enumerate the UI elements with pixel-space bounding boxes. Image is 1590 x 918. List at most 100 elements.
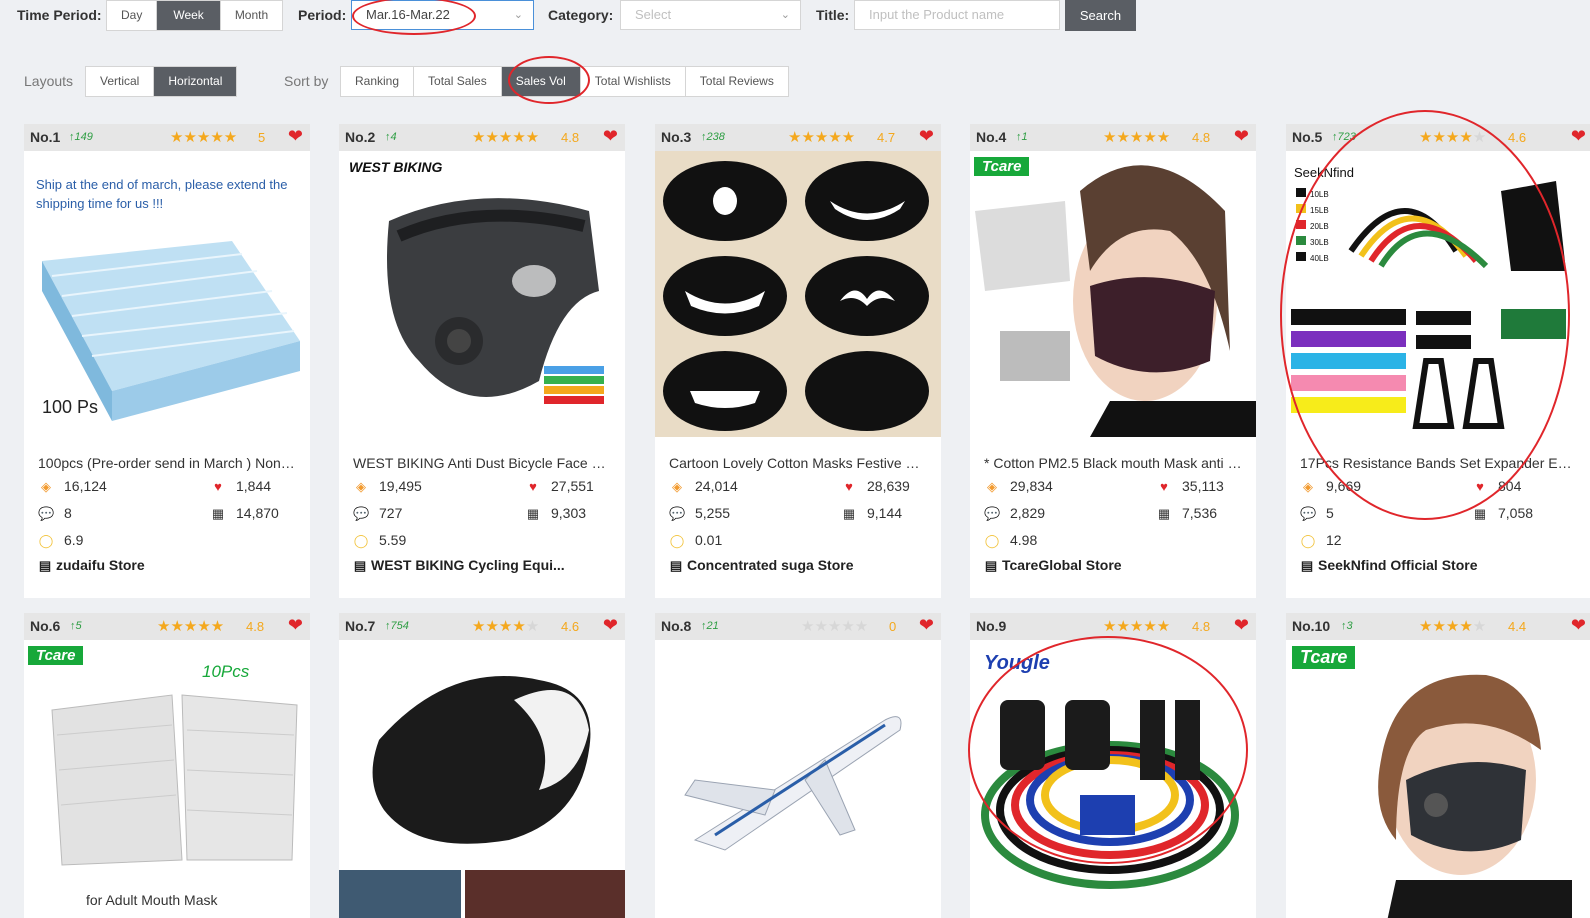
price-value: 4.98	[1010, 532, 1038, 548]
time-period-toggle: Day Week Month	[106, 0, 284, 31]
store-name: Concentrated suga Store	[687, 557, 854, 573]
wishlist-heart-icon[interactable]: ❤	[603, 126, 618, 147]
wishlist-icon: ♥	[1160, 479, 1168, 494]
image-caption: 100 Ps	[42, 397, 99, 417]
card-header: No.2 ↑4 ★★★★★ 4.8 ❤	[339, 124, 625, 151]
wishlist-heart-icon[interactable]: ❤	[919, 615, 934, 636]
price-value: 12	[1326, 532, 1342, 548]
sales-stack-icon: ▦	[1157, 506, 1171, 521]
reviews-count: 2,829	[1010, 505, 1046, 521]
product-card[interactable]: No.8 ↑21 ★★★★★ 0 ❤	[655, 613, 941, 918]
sales-stack-icon: ▦	[526, 506, 540, 521]
product-image[interactable]: WEST BIKING	[339, 151, 625, 437]
image-note: Ship at the end of march, please extend …	[36, 177, 288, 211]
store-name-link[interactable]: ▤ Concentrated suga Store	[669, 557, 927, 574]
card-header: No.7 ↑754 ★★★★★ 4.6 ❤	[339, 613, 625, 640]
product-card[interactable]: No.2 ↑4 ★★★★★ 4.8 ❤ WEST BIKING WEST BIK…	[339, 124, 625, 598]
product-image[interactable]: Ship at the end of march, please extend …	[24, 151, 310, 437]
orders-count: 16,124	[64, 478, 107, 494]
orders-tag-icon: ◈	[41, 479, 51, 494]
layout-horizontal[interactable]: Horizontal	[154, 67, 237, 96]
time-period-day[interactable]: Day	[107, 1, 158, 30]
card-header: No.3 ↑238 ★★★★★ 4.7 ❤	[655, 124, 941, 151]
product-title[interactable]: 100pcs (Pre-order send in March ) Non-wo…	[38, 455, 296, 473]
layout-sort-bar: Layouts Vertical Horizontal Sort by Rank…	[0, 56, 1590, 104]
product-card[interactable]: No.9 ★★★★★ 4.8 ❤ Yougle	[970, 613, 1256, 918]
rank-number: No.7	[345, 618, 376, 634]
rating-stars: ★★★★★	[1419, 618, 1487, 635]
category-select[interactable]: Select ⌄	[620, 0, 801, 30]
store-name-link[interactable]: ▤ TcareGlobal Store	[984, 557, 1242, 574]
title-label: Title:	[816, 7, 850, 23]
product-card[interactable]: No.10 ↑3 ★★★★★ 4.4 ❤ Tcare	[1286, 613, 1590, 918]
rating-score: 4.8	[1192, 619, 1211, 634]
product-title[interactable]: WEST BIKING Anti Dust Bicycle Face Mask	[353, 455, 611, 473]
wishlist-heart-icon[interactable]: ❤	[919, 126, 934, 147]
reviews-count: 5,255	[695, 505, 731, 521]
wishlist-heart-icon[interactable]: ❤	[1571, 615, 1586, 636]
wishlist-heart-icon[interactable]: ❤	[288, 126, 303, 147]
product-card[interactable]: No.3 ↑238 ★★★★★ 4.7 ❤ Cartoon Lovely Cot…	[655, 124, 941, 598]
woman-black-mask-illustration	[975, 165, 1256, 437]
sales-count: 14,870	[236, 505, 279, 521]
rank-number: No.10	[1292, 618, 1331, 634]
rating-stars: ★★★★★	[801, 618, 869, 635]
product-card[interactable]: No.1 ↑149 ★★★★★ 5 ❤ Ship at the end of m…	[24, 124, 310, 598]
sort-sales-vol[interactable]: Sales Vol	[501, 67, 581, 96]
product-image[interactable]: Tcare 10Pcs for Adult Mouth Mask	[24, 640, 310, 918]
rank-number: No.5	[1292, 129, 1323, 145]
search-button[interactable]: Search	[1065, 0, 1136, 31]
wishlist-count: 804	[1498, 478, 1522, 494]
store-name: TcareGlobal Store	[1002, 557, 1122, 573]
price-value: 0.01	[695, 532, 723, 548]
cartoon-masks-illustration	[663, 161, 929, 431]
product-card[interactable]: No.7 ↑754 ★★★★★ 4.6 ❤	[339, 613, 625, 918]
product-image[interactable]: SeekNfind 10LB 15LB 20LB 30LB 40LB	[1286, 151, 1572, 437]
sales-stack-icon: ▦	[1473, 506, 1487, 521]
wishlist-heart-icon[interactable]: ❤	[1234, 126, 1249, 147]
image-footer: for Adult Mouth Mask	[86, 892, 218, 908]
product-image[interactable]	[655, 151, 941, 437]
period-select[interactable]: Mar.16-Mar.22 ⌄	[351, 0, 534, 30]
layout-vertical[interactable]: Vertical	[86, 67, 155, 96]
wishlist-heart-icon[interactable]: ❤	[603, 615, 618, 636]
product-card[interactable]: No.4 ↑1 ★★★★★ 4.8 ❤ Tcare * Cotton PM2.5…	[970, 124, 1256, 598]
product-title[interactable]: Cartoon Lovely Cotton Masks Festive Mout…	[669, 455, 927, 473]
rank-change: ↑1	[1016, 131, 1028, 143]
product-image[interactable]	[339, 640, 625, 918]
sort-ranking[interactable]: Ranking	[341, 67, 415, 96]
product-image[interactable]: Tcare	[1286, 640, 1572, 918]
time-period-week[interactable]: Week	[157, 1, 221, 30]
price-value: 6.9	[64, 532, 84, 548]
sort-total-sales[interactable]: Total Sales	[414, 67, 502, 96]
rating-score: 4.8	[561, 130, 580, 145]
product-card[interactable]: No.6 ↑5 ★★★★★ 4.8 ❤ Tcare 10Pcs for Adul…	[24, 613, 310, 918]
wishlist-heart-icon[interactable]: ❤	[288, 615, 303, 636]
rank-change: ↑5	[70, 620, 82, 632]
rating-score: 4.8	[246, 619, 265, 634]
price-coin-icon: ◯	[353, 533, 369, 548]
product-title[interactable]: 17Pcs Resistance Bands Set Expander Exer…	[1300, 455, 1576, 473]
card-header: No.1 ↑149 ★★★★★ 5 ❤	[24, 124, 310, 151]
rank-number: No.8	[661, 618, 692, 634]
rank-change: ↑149	[69, 131, 93, 143]
time-period-month[interactable]: Month	[221, 1, 282, 30]
store-name-link[interactable]: ▤ SeekNfind Official Store	[1300, 557, 1576, 574]
sort-total-wishlists[interactable]: Total Wishlists	[581, 67, 686, 96]
title-search-input[interactable]: Input the Product name	[854, 0, 1060, 30]
store-name-link[interactable]: ▤ WEST BIKING Cycling Equi...	[353, 557, 611, 574]
sort-total-reviews[interactable]: Total Reviews	[686, 67, 788, 96]
product-image[interactable]: Yougle	[970, 640, 1256, 918]
product-image[interactable]: Tcare	[970, 151, 1256, 437]
product-image[interactable]	[655, 640, 941, 918]
product-title[interactable]: * Cotton PM2.5 Black mouth Mask anti dus…	[984, 455, 1242, 473]
price-coin-icon: ◯	[38, 533, 54, 548]
cycling-mask-illustration	[387, 198, 604, 404]
rank-change: ↑4	[385, 131, 397, 143]
store-name-link[interactable]: ▤ zudaifu Store	[38, 557, 296, 574]
wishlist-heart-icon[interactable]: ❤	[1234, 615, 1249, 636]
chevron-down-icon: ⌄	[513, 9, 523, 21]
product-card[interactable]: No.5 ↑723 ★★★★★ 4.6 ❤ SeekNfind 10LB 15L…	[1286, 124, 1590, 598]
sales-count: 7,536	[1182, 505, 1218, 521]
wishlist-heart-icon[interactable]: ❤	[1571, 126, 1586, 147]
